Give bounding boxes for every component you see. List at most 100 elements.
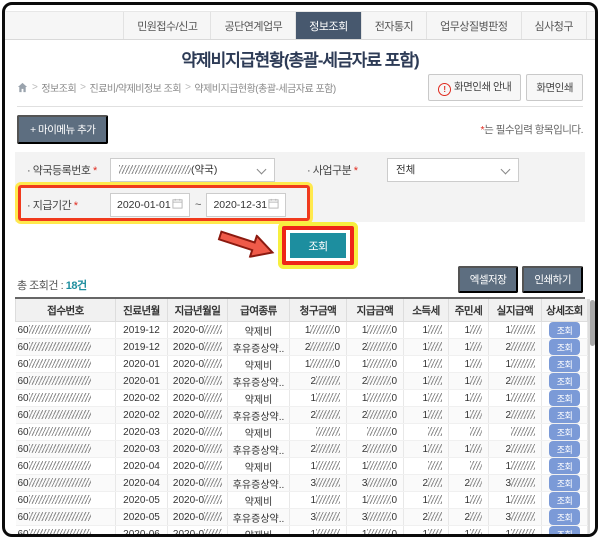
table-cell (404, 458, 449, 475)
table-cell: 2 (489, 339, 542, 356)
add-mymenu-button[interactable]: + 마이메뉴 추가 (17, 115, 108, 144)
masked-value (29, 512, 91, 521)
row-detail-button[interactable]: 조회 (549, 526, 581, 537)
detail-cell: 조회 (542, 458, 588, 475)
row-detail-button[interactable]: 조회 (549, 509, 581, 525)
table-cell: 후유증상약.. (228, 373, 290, 390)
masked-value (204, 410, 222, 419)
masked-value (511, 461, 535, 470)
masked-value (367, 427, 391, 436)
table-scrollbar[interactable] (588, 299, 590, 537)
row-detail-button[interactable]: 조회 (549, 339, 581, 355)
masked-value (367, 444, 391, 453)
row-detail-button[interactable]: 조회 (549, 492, 581, 508)
business-type-select[interactable]: 전체 (387, 158, 519, 182)
masked-value (119, 165, 191, 174)
tab-jeonja-tongji[interactable]: 전자통지 (361, 12, 426, 39)
page-title: 약제비지급현황(총괄-세금자료 포함) (5, 46, 595, 71)
table-cell: 1 (449, 441, 489, 458)
table-cell: 20 (347, 441, 404, 458)
table-cell: 1 (290, 458, 347, 475)
table-cell: 2020-0 (168, 492, 228, 509)
row-detail-button[interactable]: 조회 (549, 407, 581, 423)
breadcrumb-separator: > (185, 82, 190, 93)
print-list-button[interactable]: 인쇄하기 (522, 266, 583, 293)
home-icon[interactable] (17, 82, 28, 93)
masked-value (310, 342, 334, 351)
row-detail-button[interactable]: 조회 (549, 458, 581, 474)
table-row: 602020-022020-0약제비110111조회 (16, 390, 588, 407)
row-detail-button[interactable]: 조회 (549, 441, 581, 457)
masked-value (428, 478, 442, 487)
print-guide-button[interactable]: !화면인쇄 안내 (428, 74, 521, 101)
table-cell: 2 (404, 475, 449, 492)
calendar-icon[interactable] (268, 198, 279, 212)
table-cell: 2020-0 (168, 339, 228, 356)
masked-value (204, 427, 222, 436)
scrollbar-thumb[interactable] (590, 300, 595, 346)
table-cell: 2 (290, 373, 347, 390)
masked-value (367, 359, 391, 368)
tab-simsa[interactable]: 심사청구 (521, 12, 587, 39)
table-cell: 2020-03 (116, 424, 168, 441)
masked-value (470, 529, 482, 538)
table-cell: 2020-03 (116, 441, 168, 458)
masked-value (511, 478, 535, 487)
business-type-label: · 사업구분 * (307, 162, 387, 178)
tab-gongdan[interactable]: 공단연계업무 (210, 12, 295, 39)
table-cell: 30 (347, 475, 404, 492)
row-detail-button[interactable]: 조회 (549, 356, 581, 372)
masked-value (316, 376, 340, 385)
row-detail-button[interactable]: 조회 (549, 373, 581, 389)
table-cell: 60 (16, 339, 116, 356)
row-detail-button[interactable]: 조회 (549, 390, 581, 406)
masked-value (428, 325, 442, 334)
tab-minwon[interactable]: 민원접수/신고 (123, 12, 210, 39)
masked-value (204, 461, 222, 470)
masked-value (29, 325, 91, 334)
row-detail-button[interactable]: 조회 (549, 475, 581, 491)
table-cell: 1 (290, 526, 347, 538)
excel-save-button[interactable]: 엑셀저장 (458, 266, 519, 293)
masked-value (29, 444, 91, 453)
calendar-icon[interactable] (172, 198, 183, 212)
tab-eopmu-judgment[interactable]: 업무상질병판정 (426, 12, 520, 39)
pharmacy-number-select[interactable]: (약국) (110, 158, 275, 182)
masked-value (29, 410, 91, 419)
table-cell: 1 (489, 458, 542, 475)
tab-jungbo-johoe[interactable]: 정보조회 (295, 12, 360, 39)
table-cell: 약제비 (228, 424, 290, 441)
breadcrumb-item-2[interactable]: 진료비/약제비정보 조회 (90, 80, 182, 95)
period-from-input[interactable]: 2020-01-01 (110, 193, 190, 217)
results-table: 접수번호 진료년월 지급년월일 급여종류 청구금액 지급금액 소득세 주민세 실… (15, 299, 588, 537)
detail-cell: 조회 (542, 475, 588, 492)
table-cell: 2 (290, 407, 347, 424)
row-detail-button[interactable]: 조회 (549, 322, 581, 338)
table-cell: 2020-0 (168, 509, 228, 526)
search-button[interactable]: 조회 (290, 233, 346, 258)
table-cell: 2 (290, 441, 347, 458)
table-cell: 후유증상약.. (228, 339, 290, 356)
table-row: 602019-122020-0후유증상약..2020112조회 (16, 339, 588, 356)
table-cell: 20 (290, 339, 347, 356)
breadcrumb-item-1[interactable]: 정보조회 (41, 80, 76, 95)
masked-value (204, 376, 222, 385)
masked-value (428, 495, 442, 504)
table-cell: 2020-05 (116, 509, 168, 526)
table-cell: 1 (290, 390, 347, 407)
table-row: 602020-022020-0후유증상약..220112조회 (16, 407, 588, 424)
row-detail-button[interactable]: 조회 (549, 424, 581, 440)
period-to-input[interactable]: 2020-12-31 (206, 193, 286, 217)
table-row: 602020-032020-0후유증상약..220112조회 (16, 441, 588, 458)
table-cell (489, 424, 542, 441)
table-cell: 1 (404, 373, 449, 390)
print-screen-button[interactable]: 화면인쇄 (526, 74, 583, 101)
masked-value (428, 342, 442, 351)
table-cell: 2020-0 (168, 458, 228, 475)
table-cell: 60 (16, 441, 116, 458)
table-row: 602020-052020-0후유증상약..330223조회 (16, 509, 588, 526)
masked-value (511, 512, 535, 521)
masked-value (511, 359, 535, 368)
table-cell: 20 (347, 373, 404, 390)
table-cell (449, 458, 489, 475)
